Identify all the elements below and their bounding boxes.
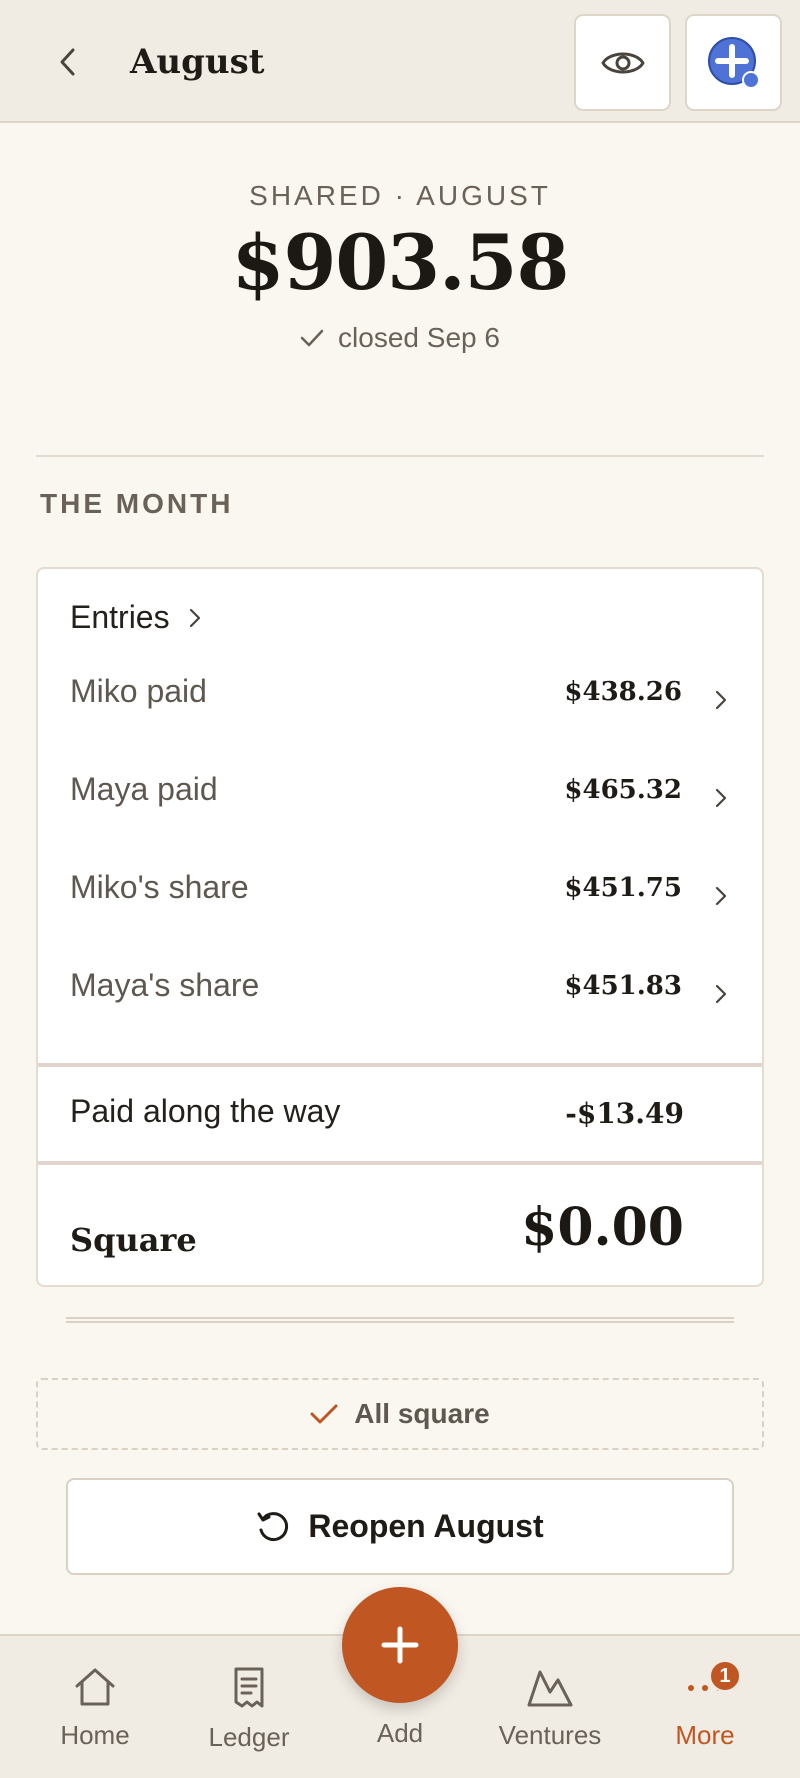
square-total-row: Square $0.00 (38, 1167, 762, 1285)
nav-label: Add (376, 1718, 424, 1748)
summary-amount: $903.58 (231, 218, 570, 307)
mountain-icon (527, 1670, 573, 1707)
paid-along-label: Paid along the way (70, 1093, 341, 1129)
nav-item-ventures[interactable]: Ventures (480, 1666, 620, 1751)
entry-row-maya-share[interactable]: Maya's share $451.83 (38, 957, 762, 1017)
home-icon (75, 1668, 115, 1706)
row-amount: $451.83 (564, 971, 682, 1001)
row-amount: $465.32 (564, 775, 682, 805)
visibility-toggle-button[interactable] (574, 14, 671, 111)
page-title: August (130, 42, 265, 82)
square-label: Square (70, 1221, 197, 1259)
all-square-status: All square (36, 1378, 764, 1450)
receipt-icon (234, 1667, 264, 1708)
entries-link[interactable]: Entries (70, 599, 202, 636)
row-label: Maya paid (70, 771, 218, 807)
summary-label: SHARED · AUGUST (249, 180, 551, 211)
reopen-label: Reopen August (308, 1508, 544, 1544)
chevron-left-icon (60, 48, 75, 76)
nav-label: Ledger (208, 1722, 290, 1752)
plus-circle-icon (707, 36, 760, 89)
chevron-right-icon (189, 608, 200, 627)
reopen-month-button[interactable]: Reopen August (66, 1478, 734, 1575)
check-icon (300, 329, 324, 347)
eye-icon (601, 52, 644, 73)
chevron-right-icon (715, 788, 727, 808)
row-amount: $451.75 (564, 873, 682, 903)
notification-badge: 1 (709, 1660, 741, 1692)
row-label: Maya's share (70, 967, 260, 1003)
month-card: Entries Miko paid $438.26 Maya paid $465… (36, 567, 764, 1287)
back-button[interactable] (48, 38, 88, 86)
add-button[interactable] (342, 1587, 458, 1703)
all-square-text: All square (354, 1398, 490, 1429)
chevron-right-icon (715, 984, 727, 1004)
nav-label: More (675, 1720, 735, 1750)
nav-item-ledger[interactable]: Ledger (179, 1666, 319, 1753)
add-entry-header-button[interactable] (685, 14, 782, 111)
square-amount: $0.00 (521, 1197, 684, 1258)
entry-row-maya-paid[interactable]: Maya paid $465.32 (38, 761, 762, 821)
divider (38, 1161, 762, 1165)
check-icon (310, 1404, 338, 1424)
closed-text: closed Sep 6 (338, 322, 500, 353)
chevron-right-icon (715, 690, 727, 710)
paid-along-amount: -$13.49 (565, 1097, 684, 1130)
divider (36, 455, 764, 457)
double-divider (66, 1317, 734, 1323)
chevron-right-icon (715, 886, 727, 906)
closed-status: closed Sep 6 (0, 322, 800, 354)
nav-label: Ventures (498, 1720, 602, 1750)
plus-icon (381, 1626, 419, 1664)
row-amount: $438.26 (564, 677, 682, 707)
row-label: Miko's share (70, 869, 249, 905)
app-header: August (0, 0, 800, 123)
entry-row-miko-paid[interactable]: Miko paid $438.26 (38, 663, 762, 723)
entries-label: Entries (70, 599, 170, 635)
nav-label: Home (60, 1720, 130, 1750)
entry-row-miko-share[interactable]: Miko's share $451.75 (38, 859, 762, 919)
nav-item-more[interactable]: 1 More (635, 1660, 775, 1751)
section-label: THE MONTH (40, 488, 234, 519)
nav-item-home[interactable]: Home (25, 1666, 165, 1751)
undo-icon (257, 1511, 289, 1541)
row-label: Miko paid (70, 673, 207, 709)
paid-along-row: Paid along the way -$13.49 (38, 1067, 762, 1163)
